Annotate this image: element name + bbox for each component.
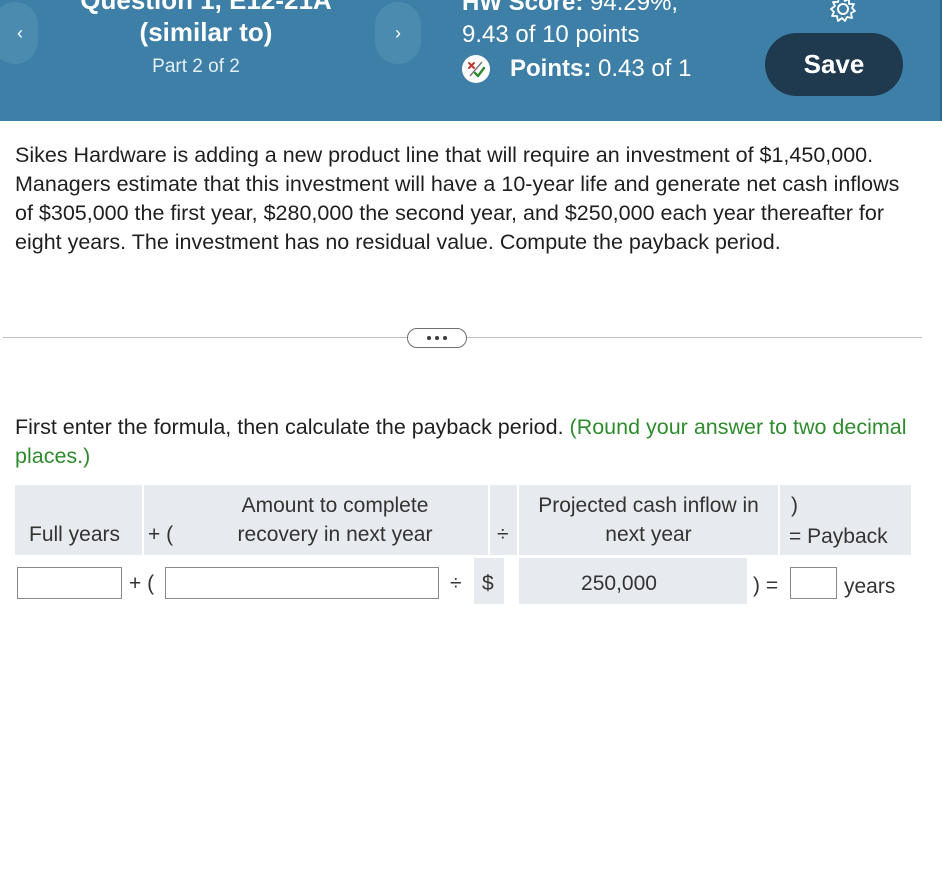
points-label: Points: bbox=[510, 55, 592, 82]
dollar-sign: $ bbox=[482, 572, 494, 595]
question-part: Part 2 of 2 bbox=[152, 56, 240, 77]
years-unit: years bbox=[844, 575, 896, 598]
previous-question-button[interactable]: ‹ bbox=[0, 2, 38, 64]
more-dot bbox=[427, 336, 431, 340]
points-total: 9.43 of 10 points bbox=[462, 21, 640, 48]
close-equals-row: ) = bbox=[753, 574, 779, 597]
question-points: Points: 0.43 of 1 bbox=[462, 54, 691, 84]
amount-input[interactable] bbox=[165, 567, 439, 599]
hw-score-value: 94.29%, bbox=[590, 0, 679, 16]
amount-header-line2: recovery in next year bbox=[237, 523, 433, 546]
chevron-right-icon: › bbox=[395, 22, 401, 43]
gear-icon[interactable] bbox=[828, 0, 858, 24]
cash-header-line1: Projected cash inflow in bbox=[538, 494, 759, 517]
cash-value: 250,000 bbox=[581, 572, 657, 595]
partial-credit-icon bbox=[462, 55, 490, 83]
more-dot bbox=[443, 336, 447, 340]
show-more-button[interactable] bbox=[407, 328, 467, 348]
hw-score-label: HW Score: bbox=[462, 0, 584, 16]
instructions: First enter the formula, then calculate … bbox=[15, 413, 915, 471]
cash-header-line2: next year bbox=[605, 523, 692, 546]
chevron-left-icon: ‹ bbox=[17, 22, 23, 43]
next-question-button[interactable]: › bbox=[375, 2, 421, 64]
close-paren-header: ) bbox=[791, 494, 798, 517]
question-title: Question 1, E12-21A bbox=[80, 0, 332, 15]
plus-paren-row: + ( bbox=[129, 572, 155, 595]
amount-header-line1: Amount to complete bbox=[241, 494, 429, 517]
question-subtitle: (similar to) bbox=[139, 17, 273, 47]
question-header: ‹ Question 1, E12-21A (similar to) Part … bbox=[0, 0, 942, 121]
full-years-input[interactable] bbox=[17, 567, 122, 599]
hw-score: HW Score: 94.29%, bbox=[462, 0, 678, 18]
payback-input[interactable] bbox=[790, 567, 837, 599]
save-button[interactable]: Save bbox=[765, 33, 903, 96]
more-dot bbox=[435, 336, 439, 340]
question-text: Sikes Hardware is adding a new product l… bbox=[15, 143, 900, 254]
plus-paren-header: + ( bbox=[148, 523, 174, 546]
instructions-main: First enter the formula, then calculate … bbox=[15, 415, 564, 439]
full-years-header: Full years bbox=[29, 523, 121, 546]
divide-row: ÷ bbox=[450, 572, 462, 595]
divide-header: ÷ bbox=[497, 523, 509, 546]
points-value: 0.43 of 1 bbox=[598, 55, 692, 82]
payback-header: = Payback bbox=[789, 525, 888, 548]
